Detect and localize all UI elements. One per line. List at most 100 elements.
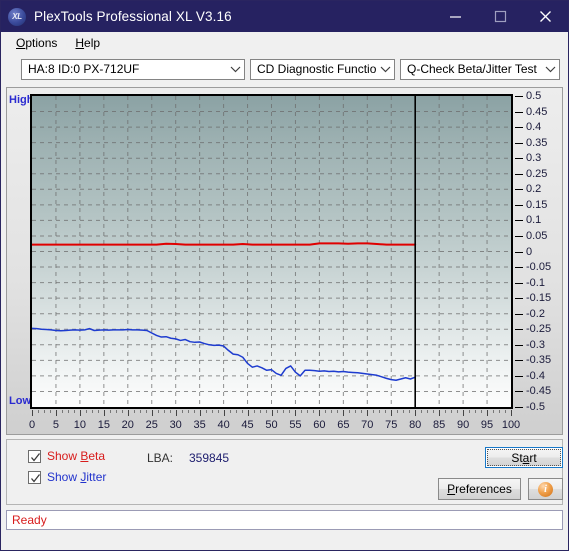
x-tick-mark-minor bbox=[355, 410, 357, 413]
show-beta-checkbox[interactable] bbox=[28, 449, 41, 463]
y-tick-mark bbox=[515, 235, 523, 237]
drive-select[interactable]: HA:8 ID:0 PX-712UF bbox=[21, 58, 245, 80]
x-tick-mark-minor bbox=[67, 410, 69, 413]
x-tick-mark-minor bbox=[283, 410, 285, 413]
x-tick-label: 20 bbox=[121, 419, 134, 431]
x-tick-mark-minor bbox=[421, 410, 423, 413]
x-tick-mark bbox=[151, 410, 153, 416]
x-tick-mark-minor bbox=[325, 410, 327, 413]
x-tick-mark bbox=[319, 410, 321, 416]
x-tick-mark-minor bbox=[457, 410, 459, 413]
axis-label-low: Low bbox=[9, 395, 31, 407]
x-tick-mark-minor bbox=[499, 410, 501, 413]
y-tick-label: -0.45 bbox=[526, 385, 552, 398]
controls-panel: Show Beta Show Jitter LBA: 359845 St a rt … bbox=[6, 439, 563, 505]
y-tick-label: -0.3 bbox=[526, 338, 545, 351]
show-jitter-label-post: itter bbox=[86, 470, 107, 484]
x-tick-mark-minor bbox=[427, 410, 429, 413]
chevron-down-icon bbox=[227, 60, 244, 79]
x-tick-mark-minor bbox=[187, 410, 189, 413]
y-tick-label: 0.2 bbox=[526, 183, 542, 196]
show-beta-label[interactable]: Show Beta bbox=[47, 449, 105, 463]
y-tick-label: 0.5 bbox=[526, 90, 542, 102]
menu-item-options[interactable]: Options bbox=[7, 34, 66, 52]
window-controls bbox=[433, 1, 568, 32]
test-select[interactable]: Q-Check Beta/Jitter Test bbox=[400, 58, 560, 80]
info-button[interactable]: i bbox=[528, 478, 563, 500]
y-tick-label: 0.3 bbox=[526, 152, 542, 165]
y-tick-label: -0.35 bbox=[526, 354, 552, 367]
y-tick-label: -0.2 bbox=[526, 307, 545, 320]
x-tick-mark-minor bbox=[493, 410, 495, 413]
x-tick-mark-minor bbox=[313, 410, 315, 413]
x-tick-mark-minor bbox=[373, 410, 375, 413]
x-tick-mark-minor bbox=[433, 410, 435, 413]
x-tick-mark bbox=[391, 410, 393, 416]
x-tick-mark-minor bbox=[133, 410, 135, 413]
show-jitter-checkbox[interactable] bbox=[28, 470, 41, 484]
lba-value: 359845 bbox=[189, 451, 230, 465]
y-tick-mark bbox=[515, 344, 523, 346]
status-text: Ready bbox=[12, 513, 47, 527]
y-tick-label: 0.35 bbox=[526, 136, 548, 149]
focus-outline bbox=[487, 449, 561, 466]
x-tick-label: 80 bbox=[409, 419, 422, 431]
maximize-icon[interactable] bbox=[478, 1, 523, 32]
menu-item-help[interactable]: Help bbox=[66, 34, 109, 52]
x-tick-mark bbox=[295, 410, 297, 416]
x-tick-mark bbox=[439, 410, 441, 416]
start-button[interactable]: St a rt bbox=[485, 447, 563, 468]
x-tick-mark bbox=[175, 410, 177, 416]
preferences-button[interactable]: Preferences bbox=[438, 478, 521, 500]
chart-panel: High Low 0.5 0.45 0.4 0.35 0.3 0.25 0.2 0.15 0.1… bbox=[6, 87, 563, 435]
x-tick-mark bbox=[127, 410, 129, 416]
x-tick-label: 95 bbox=[480, 419, 494, 431]
y-tick-label: -0.1 bbox=[526, 276, 545, 289]
x-tick-label: 85 bbox=[433, 419, 446, 431]
x-tick-label: 5 bbox=[52, 419, 59, 431]
y-tick-label: 0.05 bbox=[526, 229, 548, 242]
y-tick-mark bbox=[515, 282, 523, 284]
x-tick-mark-minor bbox=[337, 410, 339, 413]
y-tick-label: -0.4 bbox=[526, 369, 545, 382]
x-tick-mark bbox=[343, 410, 345, 416]
show-beta-row: Show Beta bbox=[28, 449, 105, 463]
x-tick-mark bbox=[199, 410, 201, 416]
y-tick-label: -0.05 bbox=[526, 261, 552, 274]
x-tick-label: 45 bbox=[241, 419, 254, 431]
x-tick-mark-minor bbox=[235, 410, 237, 413]
x-tick-mark-minor bbox=[481, 410, 483, 413]
x-tick-mark-minor bbox=[49, 410, 51, 413]
x-tick-mark-minor bbox=[229, 410, 231, 413]
y-tick-mark bbox=[515, 220, 523, 222]
chevron-down-icon bbox=[542, 60, 559, 79]
x-tick-mark-minor bbox=[91, 410, 93, 413]
y-tick-label: 0.4 bbox=[526, 121, 542, 134]
minimize-icon[interactable] bbox=[433, 1, 478, 32]
x-tick-mark-minor bbox=[217, 410, 219, 413]
x-tick-label: 0 bbox=[28, 419, 36, 431]
x-tick-mark-minor bbox=[385, 410, 387, 413]
x-tick-mark-minor bbox=[145, 410, 147, 413]
y-tick-mark bbox=[515, 173, 523, 175]
x-tick-mark-minor bbox=[73, 410, 75, 413]
y-tick-mark bbox=[515, 127, 523, 129]
x-tick-mark-minor bbox=[361, 410, 363, 413]
close-icon[interactable] bbox=[523, 1, 568, 32]
y-tick-mark bbox=[515, 267, 523, 269]
x-tick-mark bbox=[271, 410, 273, 416]
function-select[interactable]: CD Diagnostic Functions bbox=[250, 58, 395, 80]
x-tick-mark-minor bbox=[37, 410, 39, 413]
x-tick-mark-minor bbox=[157, 410, 159, 413]
y-tick-label: -0.5 bbox=[526, 401, 545, 413]
menu-item-options-label: ptions bbox=[25, 36, 58, 50]
show-jitter-label[interactable]: Show Jitter bbox=[47, 470, 106, 484]
title-bar: XL PlexTools Professional XL V3.16 bbox=[1, 1, 568, 32]
y-axis: 0.5 0.45 0.4 0.35 0.3 0.25 0.2 0.15 0.1 0.05 0 -0.0… bbox=[515, 88, 569, 418]
x-tick-mark-minor bbox=[379, 410, 381, 413]
x-tick-mark-minor bbox=[169, 410, 171, 413]
y-tick-mark bbox=[515, 360, 523, 362]
x-tick-mark-minor bbox=[277, 410, 279, 413]
y-tick-mark bbox=[515, 111, 523, 113]
x-tick-mark bbox=[367, 410, 369, 416]
